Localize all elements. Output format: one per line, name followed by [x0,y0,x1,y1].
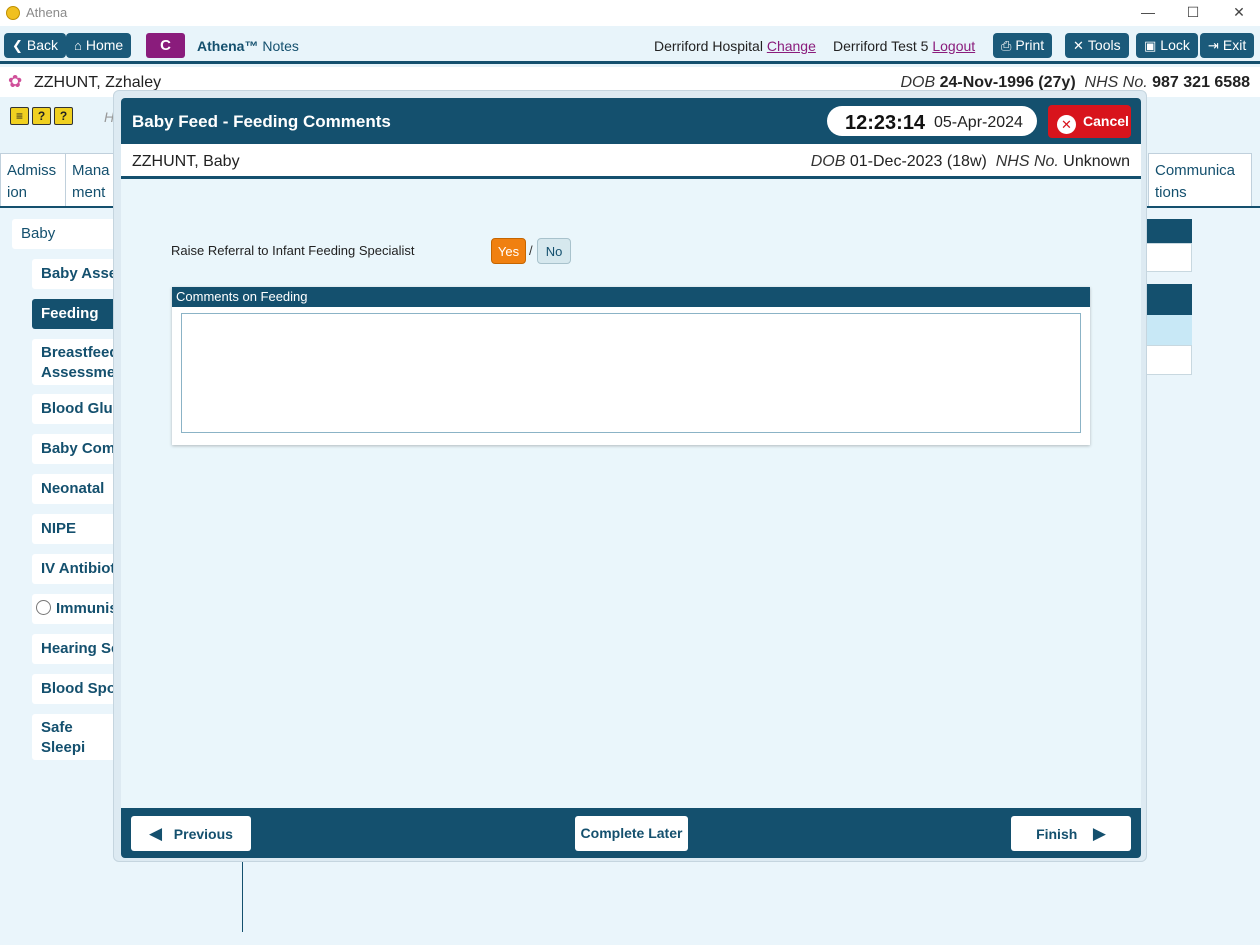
background-right-row-3 [1140,345,1192,375]
cancel-label: Cancel [1083,113,1129,129]
patient-dob: 24-Nov-1996 (27y) [939,74,1076,91]
lock-label: Lock [1160,37,1190,53]
logout-link[interactable]: Logout [932,38,975,54]
close-window-icon[interactable]: ✕ [1228,2,1250,22]
maximize-icon[interactable]: ☐ [1182,2,1204,22]
hospital-name: Derriford Hospital [654,38,763,54]
window-title-bar: Athena — ☐ ✕ [0,0,1260,26]
flower-icon: ✿ [8,72,23,91]
background-right-header-2 [1140,284,1192,315]
baby-dob: 01-Dec-2023 (18w) [849,153,987,170]
c-button[interactable]: C [146,33,185,58]
tools-label: Tools [1087,37,1121,53]
nav-blood-spot[interactable]: Blood Spot [32,674,122,704]
comments-panel: Comments on Feeding [172,287,1090,445]
arrow-left-icon: ◀ [149,824,163,843]
brand-name: Athena™ [197,38,259,54]
dialog-title: Baby Feed - Feeding Comments [132,112,391,131]
home-label: Home [85,37,124,53]
help-icon[interactable]: ? [32,107,51,125]
complete-later-button[interactable]: Complete Later [575,816,688,851]
alert-icons: ≡?? [10,107,76,125]
tools-icon: ✕ [1073,38,1084,53]
baby-dob-label: DOB [810,153,846,170]
dialog-body: Raise Referral to Infant Feeding Special… [121,179,1141,808]
user-name: Derriford Test 5 [833,38,929,54]
lock-button[interactable]: ▣ Lock [1136,33,1198,58]
baby-name: ZZHUNT, Baby [132,153,240,170]
divider [242,862,243,932]
main-toolbar: ❮ Back ⌂ Home C Athena™ Notes Derriford Ho… [0,26,1260,64]
current-time: 12:23:14 [845,112,926,134]
nav-safe-sleeping-assessment[interactable]: Safe Sleepi Assessment [32,714,120,760]
print-button[interactable]: ⎙ Print [993,33,1053,58]
nhs-label: NHS No. [1084,74,1148,91]
referral-yes-button[interactable]: Yes [491,238,526,264]
background-right-row-1 [1140,243,1192,272]
nav-immunisation-label: Immunis [56,600,118,617]
nav-nipe[interactable]: NIPE [32,514,122,544]
previous-label: Previous [173,826,233,842]
dialog-footer: ◀ Previous Complete Later Finish ▶ [121,808,1141,858]
current-date: 05-Apr-2024 [934,114,1023,131]
referral-no-button[interactable]: No [537,238,571,264]
finish-button[interactable]: Finish ▶ [1011,816,1131,851]
baby-nhs-label: NHS No. [995,153,1059,170]
arrow-right-icon: ▶ [1092,824,1106,843]
nav-baby-assessment[interactable]: Baby Assess [32,259,122,289]
nav-feeding[interactable]: Feeding [32,299,122,329]
window-title: Athena [26,5,68,20]
user-info: Derriford Test 5 Logout [833,38,975,54]
back-label: Back [26,37,59,53]
dob-label: DOB [900,74,936,91]
nav-breastfeeding-assessment[interactable]: Breastfeedi Assessment [32,339,120,385]
printer-icon: ⎙ [1001,38,1012,53]
referral-question-label: Raise Referral to Infant Feeding Special… [171,243,415,258]
exit-icon: ⇥ [1208,38,1219,53]
change-hospital-link[interactable]: Change [767,38,816,54]
minimize-icon[interactable]: — [1137,2,1159,22]
baby-banner: ZZHUNT, Baby DOB 01-Dec-2023 (18w) NHS N… [121,144,1141,179]
cancel-x-icon: ✕ [1057,115,1076,134]
baby-nhs: Unknown [1063,153,1130,170]
print-label: Print [1015,37,1045,53]
tools-button[interactable]: ✕ Tools [1065,33,1129,58]
background-right-row-2 [1140,315,1192,345]
baby-demographics: DOB 01-Dec-2023 (18w) NHS No. Unknown [811,153,1130,171]
tab-communications[interactable]: Communica tions [1148,153,1252,207]
exit-label: Exit [1222,37,1247,53]
hospital-info: Derriford Hospital Change [654,38,816,54]
nav-blood-glucose[interactable]: Blood Gluc [32,394,122,424]
nav-iv-antibiotics[interactable]: IV Antibioti [32,554,122,584]
tab-admission[interactable]: Admiss ion [0,153,66,207]
home-button[interactable]: ⌂ Home [66,33,132,58]
nav-baby-comments[interactable]: Baby Comm [32,434,122,464]
previous-button[interactable]: ◀ Previous [131,816,251,851]
nav-neonatal[interactable]: Neonatal [32,474,122,504]
feeding-comments-dialog: Baby Feed - Feeding Comments 12:23:14 05… [113,90,1147,862]
yes-no-separator: / [529,243,533,258]
nav-immunisation[interactable]: Immunis [32,594,122,624]
patient-nhs: 987 321 6588 [1152,74,1250,91]
app-brand: Athena™ Notes [197,38,299,54]
exit-button[interactable]: ⇥ Exit [1200,33,1255,58]
comments-textarea[interactable] [181,313,1081,433]
radio-icon [36,600,51,615]
home-icon: ⌂ [74,38,82,53]
brand-suffix: Notes [262,38,299,54]
nav-hearing-screening[interactable]: Hearing Sc [32,634,122,664]
chevron-left-icon: ❮ [12,38,23,53]
nav-baby[interactable]: Baby [12,219,122,249]
datetime-display: 12:23:14 05-Apr-2024 [827,106,1037,136]
help-icon-2[interactable]: ? [54,107,73,125]
comments-header: Comments on Feeding [172,287,1090,307]
background-right-header-1 [1140,219,1192,243]
dialog-header: Baby Feed - Feeding Comments 12:23:14 05… [121,98,1141,144]
back-button[interactable]: ❮ Back [4,33,67,58]
finish-label: Finish [1036,826,1078,842]
app-logo-icon [6,6,20,20]
cancel-button[interactable]: ✕ Cancel [1048,105,1131,138]
alert-list-icon[interactable]: ≡ [10,107,29,125]
lock-icon: ▣ [1144,38,1157,53]
